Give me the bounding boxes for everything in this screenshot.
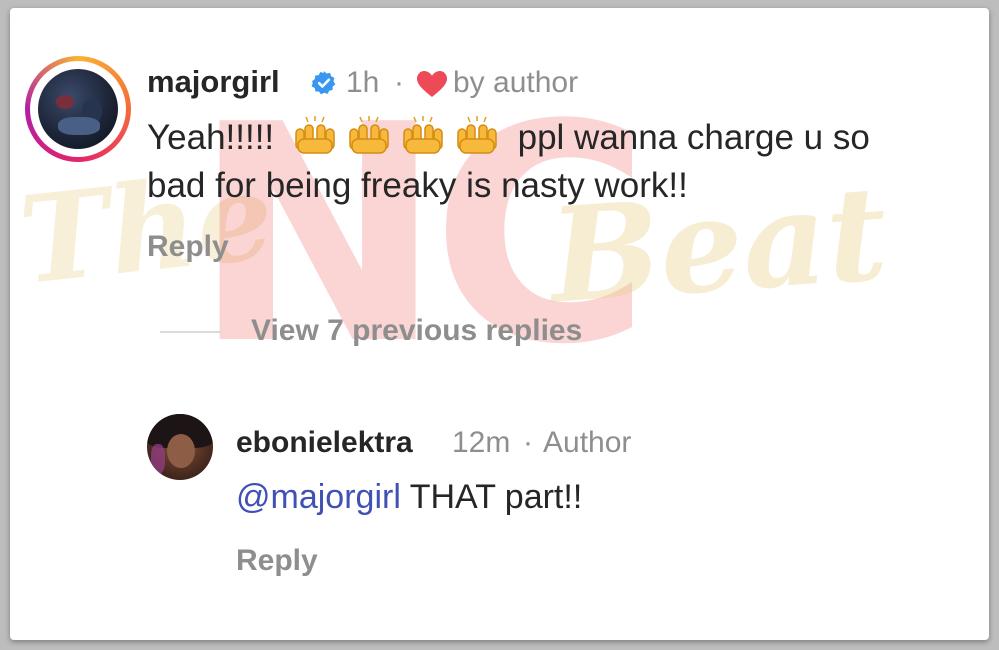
comment-body: THAT part!! [409, 478, 583, 516]
avatar[interactable] [147, 414, 213, 480]
meta-separator: · [394, 66, 404, 99]
comment-text: @majorgirl THAT part!! [236, 473, 582, 521]
liked-by-author-label: by author [453, 66, 579, 99]
reply-button[interactable]: Reply [147, 232, 229, 262]
meta-separator: · [523, 426, 533, 459]
thread-divider-line [160, 331, 222, 333]
comment-text-start: Yeah!!!!! [147, 118, 275, 157]
heart-icon [417, 71, 447, 97]
comment-text-end: ppl wanna charge u so [517, 118, 870, 157]
screenshot-frame: The NC Beat majorgirl 1h · by author Yea… [10, 8, 989, 640]
comment-timestamp: 12m [452, 426, 511, 459]
comment-text-line1: Yeah!!!!! ppl wanna charge u so [147, 114, 870, 168]
comment-username[interactable]: ebonielektra [236, 428, 413, 458]
raising-hands-emoji [290, 115, 502, 168]
reply-button[interactable]: Reply [236, 546, 318, 576]
comment-text-line2: bad for being freaky is nasty work!! [147, 166, 688, 205]
comment-username[interactable]: majorgirl [147, 66, 280, 97]
mention-link[interactable]: @majorgirl [236, 478, 401, 516]
author-badge: Author [543, 426, 632, 459]
avatar [38, 69, 118, 149]
verified-badge-icon [311, 71, 336, 95]
view-previous-replies-button[interactable]: View 7 previous replies [251, 316, 582, 346]
avatar-story-ring[interactable] [25, 56, 131, 162]
comment-timestamp: 1h [346, 66, 380, 99]
